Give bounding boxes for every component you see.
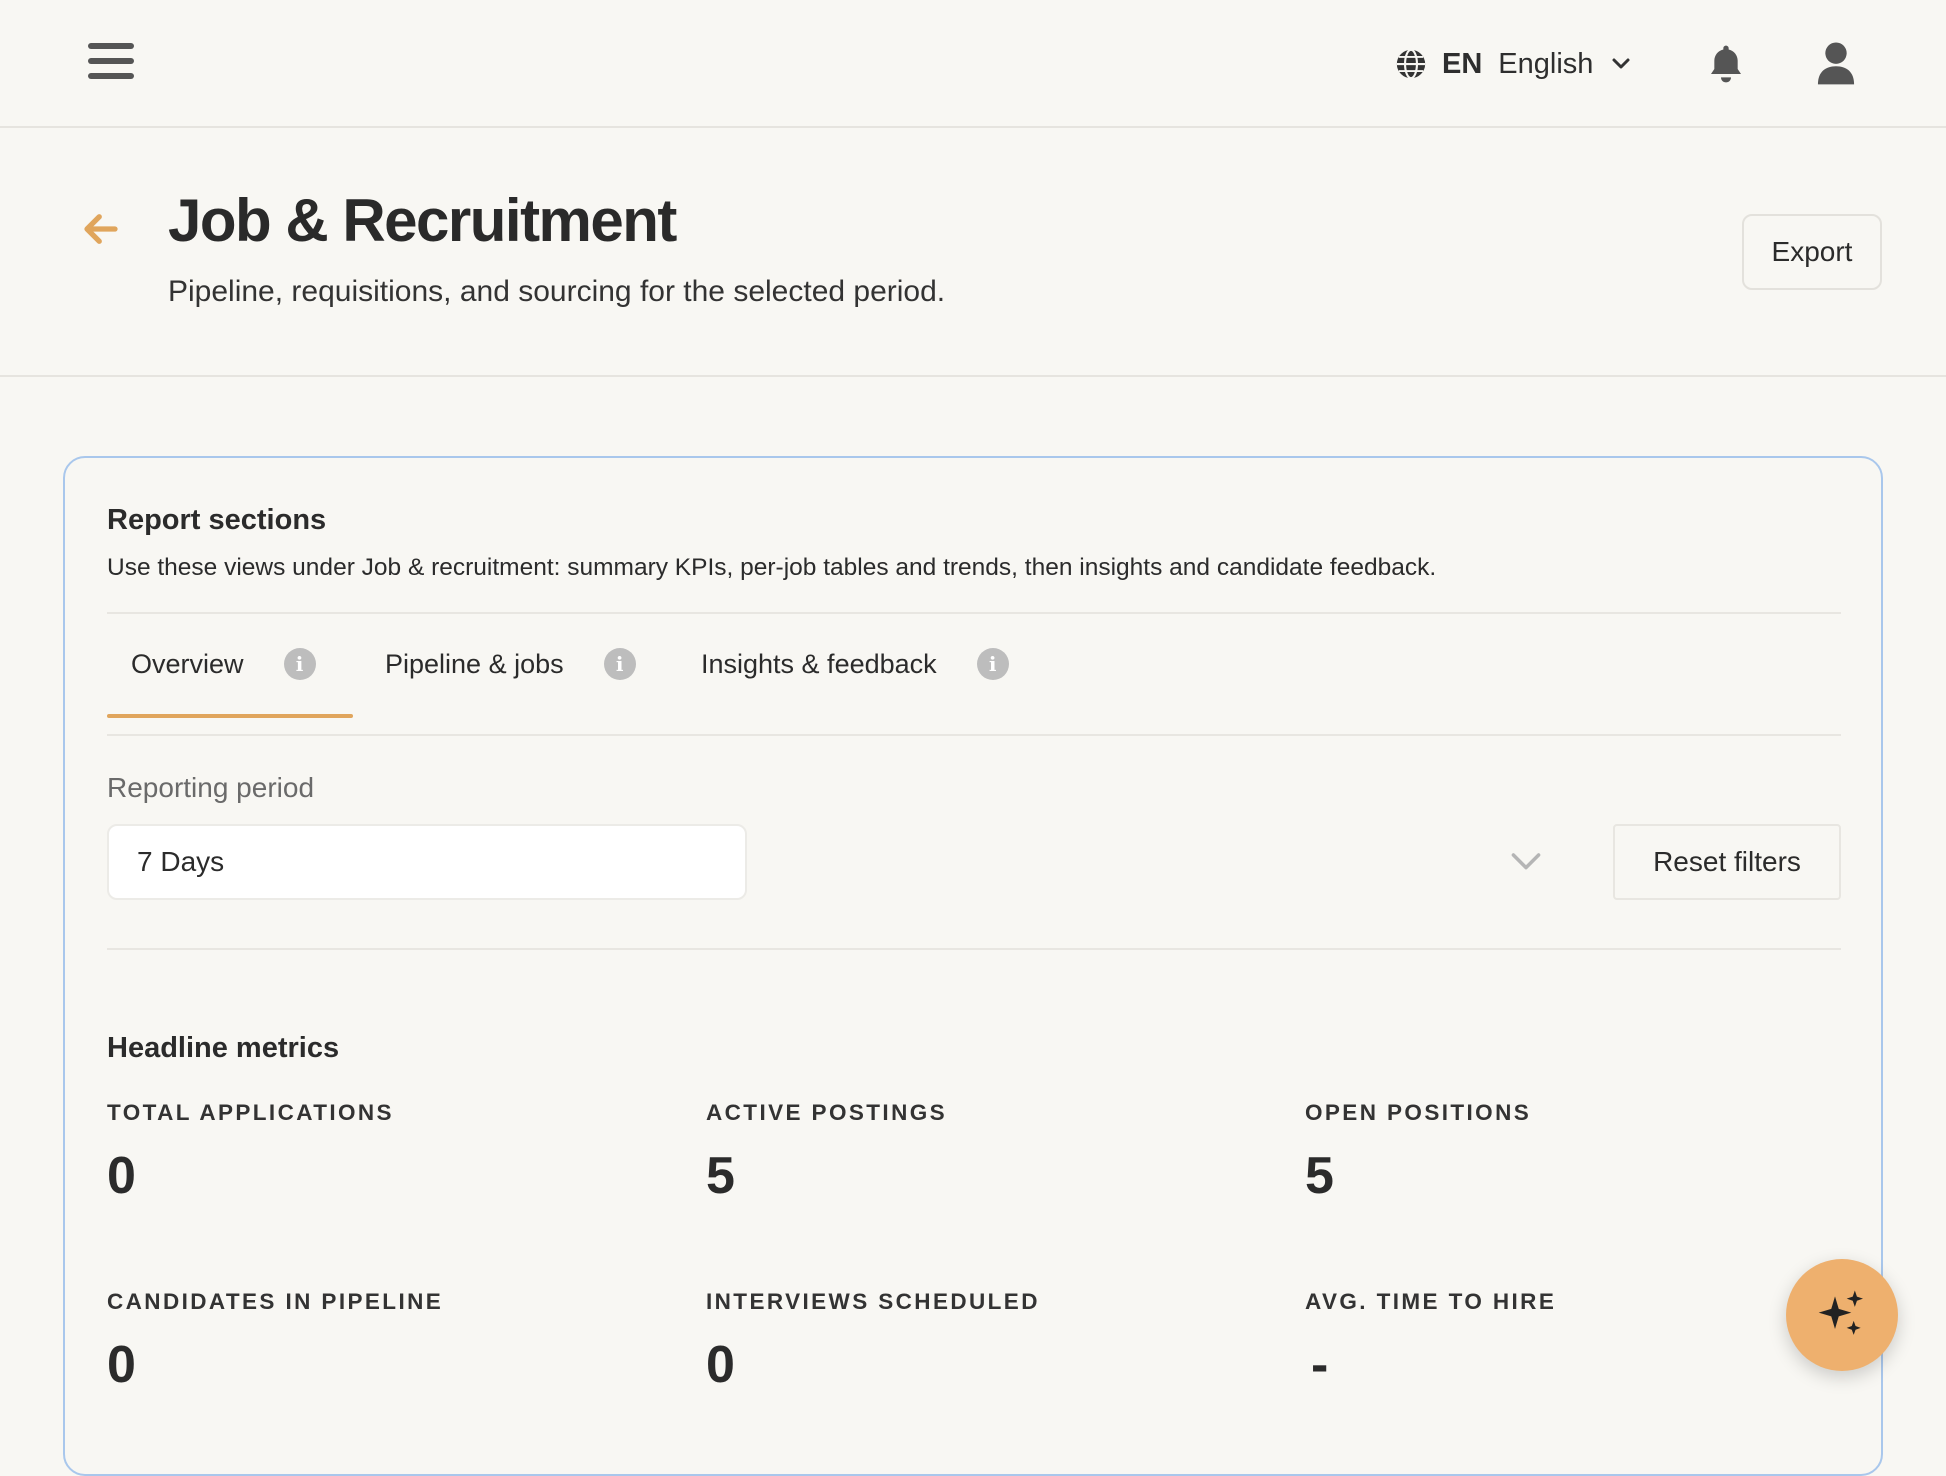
hamburger-icon[interactable] [88,43,134,83]
language-code: EN [1442,47,1483,80]
arrow-left-icon[interactable] [80,208,122,250]
tab-label: Insights & feedback [701,648,937,679]
metric-avg-time-to-hire: AVG. TIME TO HIRE - [1305,1289,1865,1395]
metric-value: 0 [107,1147,136,1205]
export-button[interactable]: Export [1742,214,1882,290]
metric-interviews-scheduled: INTERVIEWS SCHEDULED 0 [706,1289,1266,1395]
metric-value: 0 [107,1336,136,1394]
metric-candidates-in-pipeline: CANDIDATES IN PIPELINE 0 [107,1289,667,1395]
top-bar: EN English [0,0,1946,128]
headline-metrics-title: Headline metrics [107,1032,340,1064]
metric-active-postings: ACTIVE POSTINGS 5 [706,1100,1266,1206]
reporting-period-value: 7 Days [137,846,225,877]
reporting-period-select[interactable]: 7 Days [107,824,747,900]
metric-value: 5 [706,1147,735,1205]
tab-overview[interactable]: Overview i [131,630,316,698]
metric-label: ACTIVE POSTINGS [706,1100,948,1125]
page-header: Job & Recruitment Pipeline, requisitions… [0,130,1946,377]
reset-filters-button[interactable]: Reset filters [1613,824,1841,900]
chevron-down-icon[interactable] [1509,848,1543,876]
metric-label: TOTAL APPLICATIONS [107,1100,394,1125]
info-icon[interactable]: i [976,648,1009,680]
divider [107,612,1841,614]
report-card: Report sections Use these views under Jo… [63,456,1883,1476]
metric-open-positions: OPEN POSITIONS 5 [1305,1100,1865,1206]
page-title: Job & Recruitment [168,187,677,254]
tab-pipeline-jobs[interactable]: Pipeline & jobs i [385,630,636,698]
metric-label: CANDIDATES IN PIPELINE [107,1289,444,1314]
metric-label: INTERVIEWS SCHEDULED [706,1289,1040,1314]
tab-label: Overview [131,648,244,679]
bell-icon[interactable] [1706,42,1746,86]
divider [107,948,1841,950]
active-tab-indicator [107,714,353,718]
info-icon[interactable]: i [283,648,316,680]
metric-value: 5 [1305,1147,1334,1205]
divider [107,734,1841,736]
chevron-down-icon [1612,58,1630,69]
language-selector[interactable]: EN English [1394,44,1633,84]
metric-total-applications: TOTAL APPLICATIONS 0 [107,1100,667,1206]
info-icon[interactable]: i [603,648,636,680]
report-sections-description: Use these views under Job & recruitment:… [107,554,1437,581]
ai-assistant-button[interactable] [1786,1259,1898,1371]
user-icon[interactable] [1816,40,1856,86]
metric-label: AVG. TIME TO HIRE [1305,1289,1557,1314]
sparkles-icon [1818,1290,1863,1335]
tab-insights-feedback[interactable]: Insights & feedback i [701,630,1009,698]
report-sections-title: Report sections [107,504,327,536]
language-name: English [1498,47,1594,80]
page-subtitle: Pipeline, requisitions, and sourcing for… [168,275,946,308]
tab-label: Pipeline & jobs [385,648,564,679]
reporting-period-label: Reporting period [107,772,315,803]
metric-value: - [1311,1336,1329,1394]
metric-label: OPEN POSITIONS [1305,1100,1532,1125]
metric-value: 0 [706,1336,735,1394]
globe-icon [1396,48,1426,80]
